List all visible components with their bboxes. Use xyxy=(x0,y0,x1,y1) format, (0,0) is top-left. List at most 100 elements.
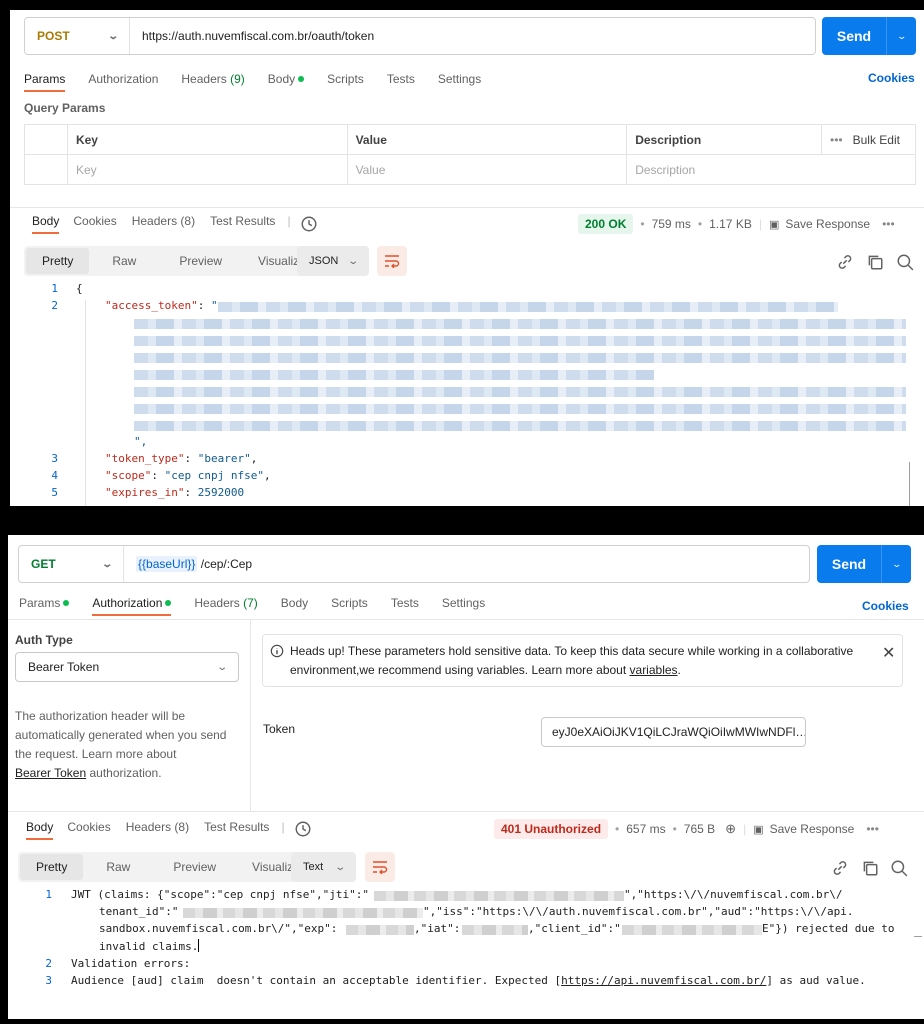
cookies-link[interactable]: Cookies xyxy=(868,71,915,85)
tab-body[interactable]: Body xyxy=(281,596,308,616)
tab-response-body[interactable]: Body xyxy=(26,820,54,840)
url-bar: POST ⌄ https://auth.nuvemfiscal.com.br/o… xyxy=(24,17,816,55)
vertical-divider xyxy=(250,619,251,811)
url-input[interactable]: https://auth.nuvemfiscal.com.br/oauth/to… xyxy=(130,29,374,43)
method-select[interactable]: GET ⌄ xyxy=(19,546,124,582)
copy-icon[interactable] xyxy=(861,859,879,877)
view-preview[interactable]: Preview xyxy=(159,248,242,274)
expected-url-link[interactable]: https://api.nuvemfiscal.com.br/ xyxy=(561,974,766,987)
wrap-lines-button[interactable] xyxy=(377,246,407,276)
tab-settings[interactable]: Settings xyxy=(442,596,485,616)
link-icon[interactable] xyxy=(831,859,849,877)
tab-label: Headers xyxy=(181,72,227,86)
tab-body[interactable]: Body xyxy=(268,72,305,92)
tab-response-headers[interactable]: Headers (8) xyxy=(132,214,195,234)
search-icon[interactable] xyxy=(896,253,914,271)
line-number: 1 xyxy=(51,282,58,295)
auth-type-select[interactable]: Bearer Token ⌄ xyxy=(15,652,239,682)
scrollbar[interactable] xyxy=(914,936,922,937)
search-icon[interactable] xyxy=(890,859,908,877)
separator-dot: • xyxy=(672,822,677,836)
tab-authorization[interactable]: Authorization xyxy=(92,596,172,616)
view-pretty[interactable]: Pretty xyxy=(20,854,84,880)
json-value: 2592000 xyxy=(197,486,245,499)
tab-headers[interactable]: Headers (9) xyxy=(181,72,244,92)
more-icon[interactable]: ••• xyxy=(866,822,879,836)
request-tabs: Params Authorization Headers (9) Body Sc… xyxy=(24,70,504,92)
save-response-button[interactable]: Save Response xyxy=(785,217,870,231)
tab-scripts[interactable]: Scripts xyxy=(331,596,368,616)
method-select[interactable]: POST ⌄ xyxy=(25,18,130,54)
separator-dot: • xyxy=(615,822,620,836)
send-dropdown[interactable]: ⌄ xyxy=(886,17,916,55)
history-icon[interactable] xyxy=(294,820,312,838)
globe-lock-icon[interactable]: ⊕ xyxy=(725,821,736,837)
notice-line: Heads up! These parameters hold sensitiv… xyxy=(290,644,854,658)
bearer-token-link[interactable]: Bearer Token xyxy=(15,766,86,780)
tab-params[interactable]: Params xyxy=(24,72,66,92)
redacted-token xyxy=(134,404,906,414)
response-meta: 401 Unauthorized • 657 ms • 765 B ⊕ | ▣ … xyxy=(494,819,879,839)
text-line: ","iss":"https:\/\/auth.nuvemfiscal.com.… xyxy=(423,905,853,918)
redacted-token xyxy=(218,302,838,312)
format-select[interactable]: JSON ⌄ xyxy=(297,246,369,276)
divider xyxy=(8,811,924,812)
tab-label: Settings xyxy=(437,72,482,86)
history-icon[interactable] xyxy=(300,215,318,233)
token-input[interactable]: eyJ0eXAiOiJKV1QiLCJraWQiOiIwMWIwNDFl… xyxy=(541,717,806,747)
text-segment: tenant_id":" xyxy=(99,905,179,918)
view-raw[interactable]: Raw xyxy=(89,248,159,274)
send-button[interactable]: Send ⌄ xyxy=(817,545,911,583)
tab-response-cookies[interactable]: Cookies xyxy=(73,214,116,234)
variables-link[interactable]: variables xyxy=(630,663,678,677)
wrap-lines-button[interactable] xyxy=(365,852,395,882)
description-input[interactable]: Description xyxy=(626,154,916,185)
status-badge: 401 Unauthorized xyxy=(494,819,609,839)
response-tabs: Body Cookies Headers (8) Test Results | xyxy=(26,818,308,840)
more-icon[interactable]: ••• xyxy=(830,133,843,147)
tab-authorization[interactable]: Authorization xyxy=(88,72,158,92)
value-input[interactable]: Value xyxy=(346,154,628,185)
key-input[interactable]: Key xyxy=(66,154,348,185)
tab-response-body[interactable]: Body xyxy=(32,214,60,234)
send-button[interactable]: Send ⌄ xyxy=(822,17,916,55)
tab-label: Params xyxy=(24,72,66,86)
tab-label: Tests xyxy=(386,72,415,86)
tab-params[interactable]: Params xyxy=(19,596,70,616)
tab-tests[interactable]: Tests xyxy=(391,596,419,616)
bulk-edit-button[interactable]: Bulk Edit xyxy=(853,133,900,147)
response-size: 765 B xyxy=(683,822,716,836)
send-dropdown[interactable]: ⌄ xyxy=(881,545,911,583)
tab-label: Tests xyxy=(390,596,419,610)
scrollbar[interactable] xyxy=(909,462,910,506)
code-line: "access_token": " xyxy=(105,299,218,312)
text-segment: ,"client_id":" xyxy=(528,922,621,935)
auth-type-label: Auth Type xyxy=(15,633,73,647)
tab-headers[interactable]: Headers (7) xyxy=(194,596,257,616)
tab-settings[interactable]: Settings xyxy=(438,72,481,92)
tab-response-cookies[interactable]: Cookies xyxy=(67,820,110,840)
more-icon[interactable]: ••• xyxy=(882,217,895,231)
view-pretty[interactable]: Pretty xyxy=(26,248,90,274)
view-preview[interactable]: Preview xyxy=(153,854,236,880)
view-raw[interactable]: Raw xyxy=(83,854,153,880)
tab-test-results[interactable]: Test Results xyxy=(210,214,275,234)
tab-response-headers[interactable]: Headers (8) xyxy=(126,820,189,840)
tab-tests[interactable]: Tests xyxy=(387,72,415,92)
json-key: "access_token" xyxy=(105,299,198,312)
close-icon[interactable]: ✕ xyxy=(882,643,895,663)
column-header-description: Description xyxy=(626,124,822,155)
copy-icon[interactable] xyxy=(866,253,884,271)
tab-label: Body xyxy=(26,820,54,834)
save-response-button[interactable]: Save Response xyxy=(770,822,855,836)
format-select[interactable]: Text ⌄ xyxy=(291,852,356,882)
format-label: JSON xyxy=(309,255,339,267)
tab-scripts[interactable]: Scripts xyxy=(327,72,364,92)
link-icon[interactable] xyxy=(836,253,854,271)
redacted-token xyxy=(134,421,906,431)
code-brace: { xyxy=(76,282,83,295)
url-input[interactable]: {{baseUrl}} /cep/:Cep xyxy=(124,556,252,572)
cookies-link[interactable]: Cookies xyxy=(862,599,909,613)
text-line: tenant_id":" xyxy=(99,905,178,918)
tab-test-results[interactable]: Test Results xyxy=(204,820,269,840)
